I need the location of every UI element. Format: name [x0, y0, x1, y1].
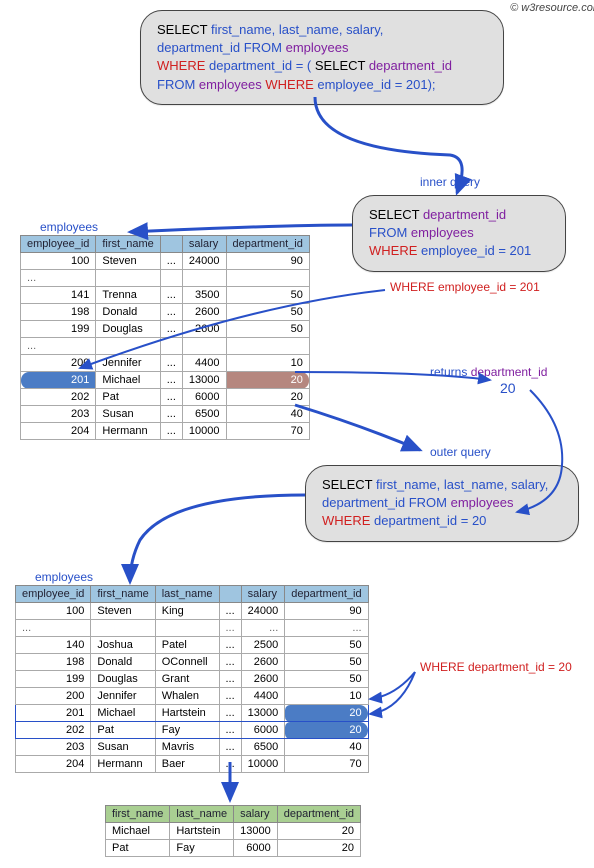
- result-table: first_namelast_namesalarydepartment_id M…: [105, 805, 361, 857]
- where-emp-label: WHERE employee_id = 201: [390, 280, 540, 294]
- returns-label: returns department_id: [430, 365, 547, 379]
- outer-query-bubble: SELECT first_name, last_name, salary, de…: [305, 465, 579, 542]
- inner-query-bubble: SELECT department_id FROM employees WHER…: [352, 195, 566, 272]
- employees-label-1: employees: [40, 220, 98, 234]
- employees-table-1: employee_idfirst_namesalarydepartment_id…: [20, 235, 310, 440]
- employees-table-2: employee_idfirst_namelast_namesalarydepa…: [15, 585, 369, 773]
- main-query-bubble: SELECT first_name, last_name, salary, de…: [140, 10, 504, 105]
- footer-credit: © w3resource.com: [510, 2, 594, 14]
- employees-label-2: employees: [35, 570, 93, 584]
- outer-query-label: outer query: [430, 445, 491, 459]
- returns-value: 20: [500, 380, 516, 396]
- where-dept-label: WHERE department_id = 20: [420, 660, 572, 674]
- inner-query-label: inner query: [420, 175, 480, 189]
